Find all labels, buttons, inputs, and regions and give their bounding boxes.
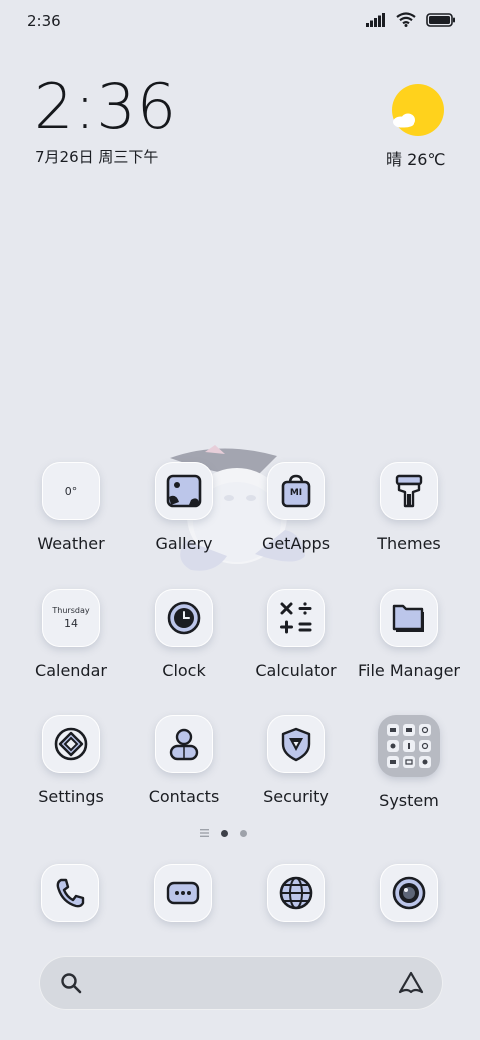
system-folder-icon[interactable]: [378, 715, 440, 777]
clock-icon[interactable]: [155, 589, 213, 647]
calculator-glyph: [280, 602, 312, 634]
app-label: Weather: [37, 534, 105, 553]
calendar-tile-day: Thursday: [52, 606, 90, 615]
app-contacts[interactable]: Contacts: [128, 715, 240, 806]
dock-camera[interactable]: [380, 864, 438, 922]
dock-messages[interactable]: [154, 864, 212, 922]
contacts-icon[interactable]: [155, 715, 213, 773]
gear-icon: [54, 727, 88, 761]
security-icon[interactable]: [267, 715, 325, 773]
calendar-tile-date: 14: [64, 617, 78, 630]
phone-icon[interactable]: [41, 864, 99, 922]
app-calendar[interactable]: Thursday 14 Calendar: [15, 589, 127, 680]
chat-bubble-icon: [166, 881, 200, 905]
app-label: Clock: [162, 661, 206, 680]
app-label: Settings: [38, 787, 104, 806]
phone-glyph: [56, 878, 85, 908]
status-icons: [366, 12, 456, 27]
camera-icon[interactable]: [380, 864, 438, 922]
app-clock[interactable]: Clock: [128, 589, 240, 680]
weather-widget-text[interactable]: 晴 26℃: [386, 146, 445, 170]
app-gallery[interactable]: Gallery: [128, 462, 240, 553]
status-bar: 2:36: [0, 0, 480, 42]
file-manager-icon[interactable]: [380, 589, 438, 647]
app-label: Themes: [377, 534, 441, 553]
getapps-icon[interactable]: MI: [267, 462, 325, 520]
wifi-icon: [396, 12, 416, 27]
themes-icon[interactable]: [380, 462, 438, 520]
weather-tile-temp: 0°: [64, 484, 78, 498]
gallery-glyph: [166, 474, 202, 508]
camera-lens-icon: [392, 876, 426, 910]
app-calculator[interactable]: Calculator: [240, 589, 352, 680]
dock-browser[interactable]: [267, 864, 325, 922]
battery-icon: [426, 12, 455, 27]
search-bar[interactable]: [39, 956, 443, 1010]
app-settings[interactable]: Settings: [15, 715, 127, 806]
app-label: File Manager: [358, 661, 460, 680]
messages-icon[interactable]: [154, 864, 212, 922]
clock-widget-date[interactable]: 7月26日 周三下午: [35, 146, 158, 167]
shield-icon: [281, 727, 311, 762]
assistant-icon[interactable]: [397, 970, 425, 996]
calendar-icon[interactable]: Thursday 14: [42, 589, 100, 647]
globe-icon: [279, 876, 313, 910]
clock-widget-time[interactable]: 2:36: [34, 76, 177, 138]
dock-phone[interactable]: [41, 864, 99, 922]
app-label: Calendar: [35, 661, 107, 680]
folder-icon: [392, 604, 424, 632]
app-label: Security: [263, 787, 329, 806]
list-icon: [200, 829, 209, 837]
app-label: Contacts: [148, 787, 220, 806]
app-label: Calculator: [255, 661, 337, 680]
app-file-manager[interactable]: File Manager: [353, 589, 465, 680]
clock-glyph: [167, 601, 201, 635]
app-getapps[interactable]: MI GetApps: [240, 462, 352, 553]
browser-icon[interactable]: [267, 864, 325, 922]
app-system-folder[interactable]: System: [353, 715, 465, 810]
paint-brush-icon: [395, 474, 423, 508]
folder-grid-icon: [387, 724, 431, 768]
app-label: Gallery: [155, 534, 213, 553]
app-label: GetApps: [261, 534, 331, 553]
search-icon[interactable]: [60, 972, 82, 994]
page-indicator[interactable]: [200, 829, 247, 837]
page-dot-active[interactable]: [221, 829, 228, 837]
settings-icon[interactable]: [42, 715, 100, 773]
app-label: System: [379, 791, 439, 810]
page-dot[interactable]: [240, 829, 247, 837]
getapps-tile-text: MI: [289, 488, 303, 498]
signal-icon: [366, 12, 385, 27]
app-themes[interactable]: Themes: [353, 462, 465, 553]
weather-cloud-icon: [393, 113, 415, 128]
status-time: 2:36: [27, 12, 61, 30]
person-icon: [169, 728, 199, 761]
app-security[interactable]: Security: [240, 715, 352, 806]
weather-sun-icon[interactable]: [392, 84, 444, 136]
weather-app-icon[interactable]: 0°: [42, 462, 100, 520]
app-weather[interactable]: 0° Weather: [15, 462, 127, 553]
calculator-icon[interactable]: [267, 589, 325, 647]
gallery-icon[interactable]: [155, 462, 213, 520]
